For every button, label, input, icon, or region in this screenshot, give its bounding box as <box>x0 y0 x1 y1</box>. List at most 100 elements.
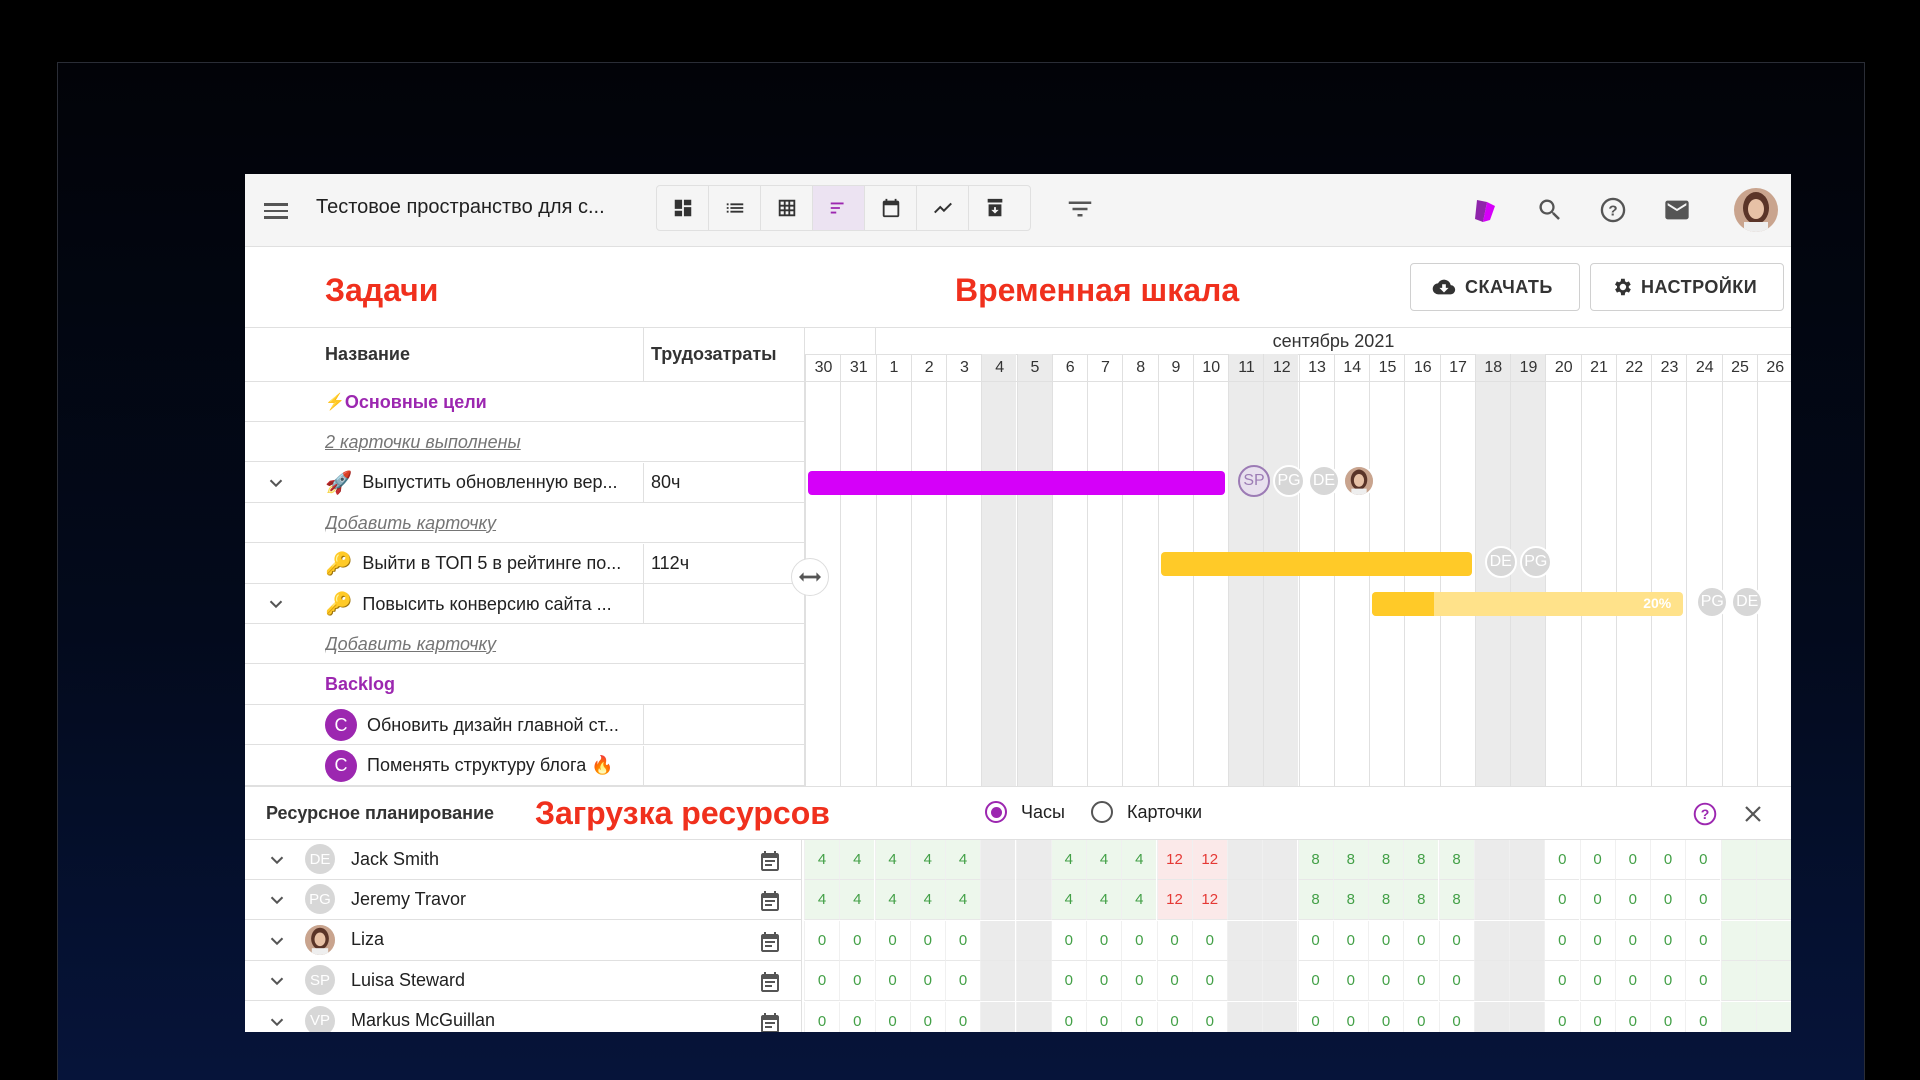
calendar-icon[interactable] <box>758 1011 782 1032</box>
row-link[interactable]: Добавить карточку <box>325 634 496 655</box>
resource-load-cell <box>1755 880 1791 921</box>
timeline-day-label: 17 <box>1440 354 1476 382</box>
calendar-view-icon[interactable] <box>865 186 917 230</box>
resource-load-cell <box>1227 1001 1262 1032</box>
avatar: DE <box>305 844 335 874</box>
assignee-avatar[interactable] <box>1343 464 1375 497</box>
hamburger-menu-icon[interactable] <box>264 199 290 221</box>
avatar: SP <box>305 965 335 996</box>
task-name-cell[interactable]: 🔑 Повысить конверсию сайта ... <box>325 584 643 624</box>
resource-load-cell: 4 <box>1121 880 1157 921</box>
resource-load-cell <box>1720 920 1756 961</box>
resource-load-cell: 0 <box>1332 1001 1368 1032</box>
search-icon[interactable] <box>1528 188 1572 232</box>
calendar-icon[interactable] <box>758 849 782 878</box>
assignee-avatar[interactable]: PG <box>1273 464 1305 497</box>
table-row[interactable]: 🔑 Повысить конверсию сайта ... <box>245 584 804 624</box>
task-name-cell[interactable]: Backlog <box>325 665 643 705</box>
gantt-view-icon[interactable] <box>813 186 865 230</box>
task-name-cell[interactable]: ⚡ Основные цели <box>325 382 643 422</box>
settings-button[interactable]: НАСТРОЙКИ <box>1590 263 1784 311</box>
board-view-icon[interactable] <box>657 186 709 230</box>
close-icon[interactable] <box>1741 802 1765 831</box>
radio-cards[interactable]: Карточки <box>1091 801 1202 823</box>
resource-row[interactable]: Liza <box>245 921 801 961</box>
assignee-avatar[interactable]: DE <box>1308 464 1340 497</box>
filter-icon[interactable] <box>1065 194 1095 229</box>
app-logo-icon[interactable] <box>1465 188 1505 232</box>
table-row[interactable]: Добавить карточку <box>245 624 804 665</box>
assignee-avatar[interactable]: PG <box>1696 586 1729 618</box>
chevron-down-icon[interactable] <box>266 970 288 992</box>
resource-load-cell: 0 <box>945 920 980 961</box>
table-row[interactable]: C Обновить дизайн главной ст... <box>245 705 804 746</box>
resource-row[interactable]: SP Luisa Steward <box>245 961 801 1002</box>
resource-help-icon[interactable]: ? <box>1692 801 1718 832</box>
gantt-bar[interactable]: 20% <box>1372 592 1684 616</box>
help-icon[interactable]: ? <box>1591 188 1635 232</box>
table-view-icon[interactable] <box>761 186 813 230</box>
card-type-badge: C <box>325 749 357 782</box>
table-row[interactable]: 2 карточки выполнены <box>245 422 804 463</box>
resize-handle[interactable] <box>791 558 829 596</box>
task-name-cell[interactable]: 🚀 Выпустить обновленную вер... <box>325 463 643 503</box>
resource-load-cell <box>1473 1001 1509 1032</box>
timeline-day-label: 12 <box>1264 354 1300 382</box>
effort-cell[interactable]: 112ч <box>643 543 804 584</box>
resource-load-cell: 12 <box>1156 880 1192 921</box>
chevron-down-icon[interactable] <box>265 593 287 615</box>
row-link[interactable]: Добавить карточку <box>325 513 496 534</box>
effort-cell[interactable] <box>643 705 804 746</box>
chevron-down-icon[interactable] <box>266 849 288 871</box>
assignee-avatar[interactable]: SP <box>1238 464 1270 497</box>
assignee-avatar[interactable]: PG <box>1519 545 1552 578</box>
row-link[interactable]: 2 карточки выполнены <box>325 432 521 453</box>
radio-hours[interactable]: Часы <box>985 801 1065 823</box>
assignee-avatar[interactable]: DE <box>1484 545 1517 578</box>
space-title[interactable]: Тестовое пространство для с... <box>316 196 605 219</box>
table-row[interactable]: 🔑 Выйти в ТОП 5 в рейтинге по... 112ч <box>245 543 804 584</box>
effort-cell[interactable] <box>643 745 804 786</box>
chevron-down-icon[interactable] <box>266 889 288 911</box>
chevron-down-icon[interactable] <box>266 930 288 952</box>
report-view-icon[interactable] <box>917 186 969 230</box>
timeline-day-column: 6 <box>1051 354 1088 786</box>
calendar-icon[interactable] <box>758 930 782 959</box>
task-name-cell[interactable]: C Обновить дизайн главной ст... <box>325 705 643 745</box>
gantt-bar[interactable] <box>1160 551 1472 576</box>
download-button[interactable]: СКАЧАТЬ <box>1410 263 1580 311</box>
table-row[interactable]: ⚡ Основные цели <box>245 382 804 422</box>
task-name-cell[interactable]: Добавить карточку <box>325 503 643 543</box>
effort-cell[interactable]: 80ч <box>643 462 804 503</box>
chevron-down-icon[interactable] <box>266 1011 288 1032</box>
user-avatar[interactable] <box>1734 188 1778 232</box>
resource-load-cell: 8 <box>1403 880 1439 921</box>
resource-row[interactable]: PG Jeremy Travor <box>245 880 801 921</box>
timeline-day-label: 2 <box>911 354 947 382</box>
table-row[interactable]: Backlog <box>245 665 804 705</box>
task-name-cell[interactable]: C Поменять структуру блога 🔥 <box>325 746 643 786</box>
task-name-cell[interactable]: Добавить карточку <box>325 624 643 664</box>
assignee-avatar[interactable]: DE <box>1731 586 1764 618</box>
table-row[interactable]: 🚀 Выпустить обновленную вер... 80ч <box>245 462 804 503</box>
chevron-down-icon[interactable] <box>265 472 287 494</box>
gantt-bar[interactable] <box>808 470 1225 495</box>
calendar-icon[interactable] <box>758 889 782 918</box>
resource-load-cell: 0 <box>1650 840 1685 880</box>
resource-load-cell <box>1015 961 1051 1002</box>
archive-view-icon[interactable] <box>969 186 1021 230</box>
resource-row[interactable]: VP Markus McGuillan <box>245 1002 801 1032</box>
mail-icon[interactable] <box>1655 188 1699 232</box>
resource-row[interactable]: DE Jack Smith <box>245 840 801 880</box>
calendar-icon[interactable] <box>758 970 782 999</box>
column-header-name[interactable]: Название <box>325 328 643 382</box>
task-name-cell[interactable]: 🔑 Выйти в ТОП 5 в рейтинге по... <box>325 544 643 584</box>
effort-cell[interactable] <box>643 584 804 624</box>
table-row[interactable]: Добавить карточку <box>245 503 804 544</box>
task-name-cell[interactable]: 2 карточки выполнены <box>325 422 643 462</box>
column-header-effort[interactable]: Трудозатраты <box>643 328 804 382</box>
table-row[interactable]: C Поменять структуру блога 🔥 <box>245 745 804 786</box>
resource-load-cell: 4 <box>945 880 980 921</box>
resource-load-cell <box>1509 1001 1544 1032</box>
list-view-icon[interactable] <box>709 186 761 230</box>
